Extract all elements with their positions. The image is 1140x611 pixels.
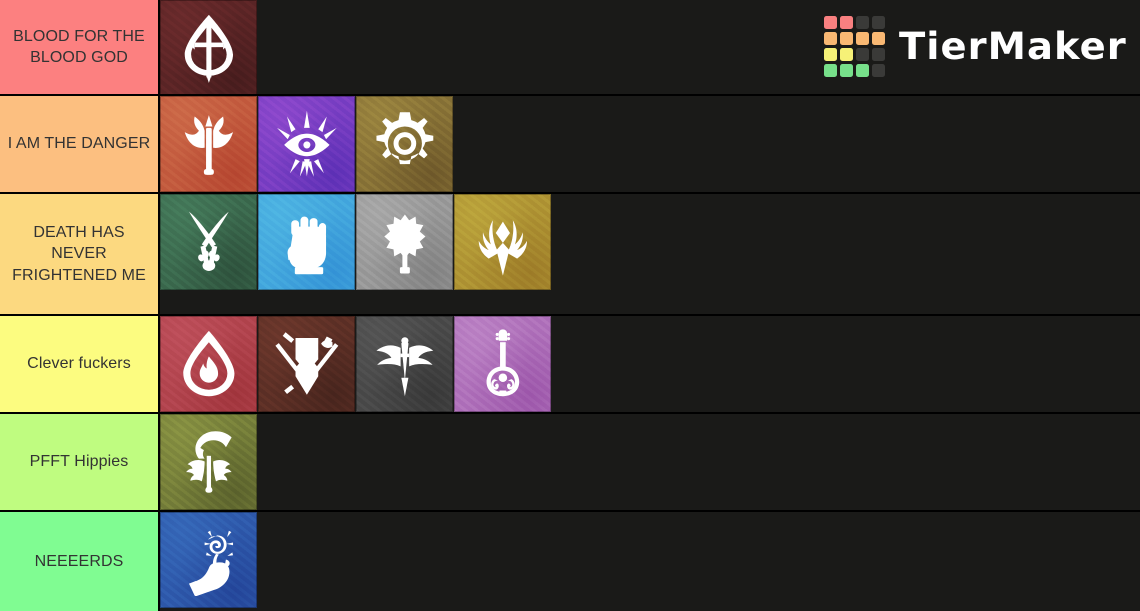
gear-icon <box>356 96 453 192</box>
logo-grid-cell <box>839 48 853 61</box>
tier-item-ranger[interactable] <box>160 194 257 290</box>
logo-grid-cell <box>823 16 837 29</box>
logo-grid-cell <box>839 32 853 45</box>
logo-grid-cell <box>823 48 837 61</box>
tier-item-monk[interactable] <box>258 194 355 290</box>
wings-icon <box>454 194 551 290</box>
logo-grid-cell <box>823 64 837 77</box>
tier-label[interactable]: NEEEERDS <box>0 512 160 611</box>
winged-dagger-icon <box>356 316 453 412</box>
sorcerer-icon <box>258 96 355 192</box>
logo-grid-cell <box>871 16 885 29</box>
logo-grid-cell <box>823 32 837 45</box>
tier-item-rogue[interactable] <box>356 316 453 412</box>
tier-label[interactable]: DEATH HAS NEVER FRIGHTENED ME <box>0 194 160 314</box>
tier-items-container[interactable] <box>160 194 1140 314</box>
tiermaker-logo: TierMaker <box>823 16 1126 77</box>
sickle-icon <box>160 414 257 510</box>
tier-label[interactable]: I AM THE DANGER <box>0 96 160 192</box>
logo-grid-cell <box>871 48 885 61</box>
ranger-icon <box>160 194 257 290</box>
tiermaker-logo-grid-icon <box>823 16 885 77</box>
tier-row: Clever fuckers <box>0 316 1140 414</box>
logo-grid-cell <box>855 16 869 29</box>
tier-item-paladin[interactable] <box>454 194 551 290</box>
tier-list-board: BLOOD FOR THE BLOOD GOD I AM THE DANGER … <box>0 0 1140 611</box>
logo-grid-cell <box>871 64 885 77</box>
tier-item-warlock[interactable] <box>160 316 257 412</box>
tier-item-cleric[interactable] <box>356 194 453 290</box>
casting-hand-icon <box>160 512 257 608</box>
tier-item-barbarian[interactable] <box>160 0 257 94</box>
lute-icon <box>454 316 551 412</box>
tier-items-container[interactable] <box>160 512 1140 611</box>
tier-item-artificer[interactable] <box>356 96 453 192</box>
logo-grid-cell <box>871 32 885 45</box>
barbarian-icon <box>160 0 257 94</box>
tier-label[interactable]: PFFT Hippies <box>0 414 160 510</box>
tier-label[interactable]: BLOOD FOR THE BLOOD GOD <box>0 0 160 94</box>
tier-items-container[interactable] <box>160 96 1140 192</box>
fist-icon <box>258 194 355 290</box>
shield-icon <box>258 316 355 412</box>
mace-icon <box>356 194 453 290</box>
tiermaker-wordmark: TierMaker <box>898 25 1127 68</box>
tier-item-bard[interactable] <box>454 316 551 412</box>
tier-items-container[interactable] <box>160 414 1140 510</box>
logo-grid-cell <box>855 64 869 77</box>
logo-grid-cell <box>855 48 869 61</box>
tier-item-druid[interactable] <box>160 414 257 510</box>
tier-row: I AM THE DANGER <box>0 96 1140 194</box>
tier-item-fighter-axe[interactable] <box>160 96 257 192</box>
tier-items-container[interactable] <box>160 316 1140 412</box>
tier-row: NEEEERDS <box>0 512 1140 611</box>
tier-item-wizard[interactable] <box>160 512 257 608</box>
tier-row: DEATH HAS NEVER FRIGHTENED ME <box>0 194 1140 316</box>
logo-grid-cell <box>839 16 853 29</box>
tier-item-sorcerer[interactable] <box>258 96 355 192</box>
flame-drop-icon <box>160 316 257 412</box>
logo-grid-cell <box>839 64 853 77</box>
tier-label[interactable]: Clever fuckers <box>0 316 160 412</box>
logo-grid-cell <box>855 32 869 45</box>
tier-row: PFFT Hippies <box>0 414 1140 512</box>
axe-icon <box>160 96 257 192</box>
tier-item-fighter[interactable] <box>258 316 355 412</box>
